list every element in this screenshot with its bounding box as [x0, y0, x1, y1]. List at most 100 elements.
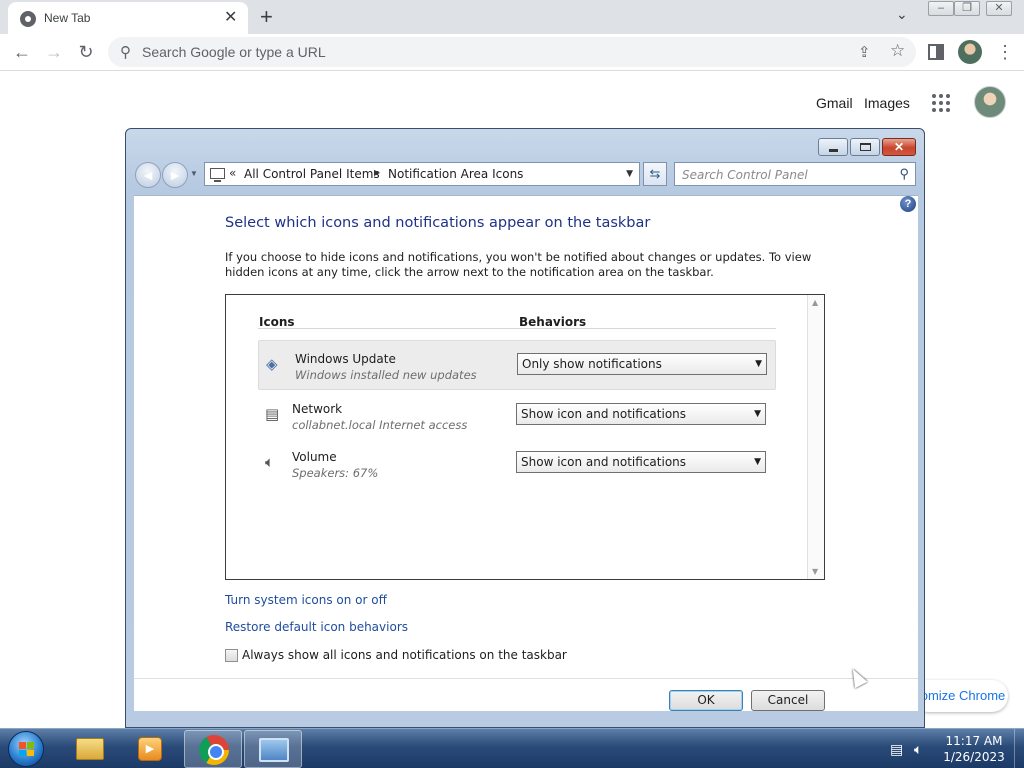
- taskbar: ▶ ▤ 🔈︎ 11:17 AM 1/26/2023: [0, 728, 1024, 768]
- tray-volume-icon[interactable]: 🔈︎: [914, 741, 922, 758]
- reload-icon[interactable]: ↻: [74, 40, 98, 64]
- nav-forward-button[interactable]: ►: [162, 162, 188, 188]
- list-item-windows-update[interactable]: ◈ Windows Update Windows installed new u…: [258, 340, 776, 390]
- item-status: Speakers: 67%: [292, 466, 379, 480]
- taskbar-control-panel[interactable]: [244, 730, 302, 768]
- list-item-volume[interactable]: 🔈︎ Volume Speakers: 67% Show icon and no…: [258, 439, 776, 489]
- content-pane: ? Select which icons and notifications a…: [134, 195, 918, 711]
- taskbar-chrome[interactable]: [184, 730, 242, 768]
- ok-button[interactable]: OK: [669, 690, 743, 711]
- forward-arrow-icon[interactable]: →: [42, 40, 66, 64]
- magnifier-icon[interactable]: ⚲: [899, 166, 909, 182]
- search-icon: ⚲: [120, 44, 131, 61]
- address-overflow-chevron[interactable]: «: [229, 166, 236, 180]
- always-show-all-checkbox[interactable]: [225, 649, 238, 662]
- recent-pages-dropdown-icon[interactable]: ▼: [190, 169, 198, 178]
- bookmark-star-icon[interactable]: ☆: [890, 41, 905, 61]
- behavior-dropdown-windows-update[interactable]: Only show notifications ▼: [517, 353, 767, 375]
- tab-new-tab[interactable]: New Tab ✕: [8, 2, 248, 34]
- breadcrumb-notification-area-icons[interactable]: Notification Area Icons: [388, 167, 523, 181]
- search-placeholder: Search Control Panel: [682, 168, 808, 182]
- taskbar-media-player[interactable]: ▶: [120, 730, 178, 768]
- restore-default-behaviors-link[interactable]: Restore default icon behaviors: [225, 620, 408, 634]
- behavior-value: Show icon and notifications: [521, 455, 687, 469]
- dialog-maximize-button[interactable]: [850, 138, 880, 156]
- control-panel-icon: [210, 168, 225, 182]
- images-link[interactable]: Images: [864, 95, 910, 111]
- behavior-dropdown-volume[interactable]: Show icon and notifications ▼: [516, 451, 766, 473]
- cancel-button[interactable]: Cancel: [751, 690, 825, 711]
- share-icon[interactable]: ⇪: [858, 43, 871, 61]
- close-window-button[interactable]: ✕: [986, 1, 1012, 16]
- chrome-favicon-icon: [20, 11, 36, 27]
- omnibox[interactable]: ⚲ Search Google or type a URL ⇪ ☆: [108, 37, 916, 67]
- omnibox-placeholder: Search Google or type a URL: [142, 44, 326, 60]
- item-name: Network: [292, 402, 343, 416]
- menu-kebab-icon[interactable]: ⋮: [996, 40, 1014, 64]
- page-title: Select which icons and notifications app…: [225, 215, 651, 231]
- tab-strip: New Tab ✕ + ⌄ – ❐ ✕: [0, 0, 1024, 34]
- item-status: collabnet.local Internet access: [292, 418, 468, 432]
- nav-back-button[interactable]: ◄: [135, 162, 161, 188]
- control-panel-search-input[interactable]: Search Control Panel ⚲: [674, 162, 916, 186]
- minimize-button[interactable]: –: [928, 1, 954, 16]
- start-button[interactable]: [8, 731, 44, 767]
- windows-logo-icon: [19, 742, 34, 756]
- network-icon: ▤: [265, 405, 280, 423]
- turn-system-icons-link[interactable]: Turn system icons on or off: [225, 593, 387, 607]
- footer-divider: [134, 678, 918, 679]
- list-item-network[interactable]: ▤ Network collabnet.local Internet acces…: [258, 391, 776, 441]
- windows-update-icon: ◈: [266, 355, 278, 373]
- maximize-icon: [860, 143, 871, 151]
- side-panel-icon[interactable]: [928, 44, 944, 60]
- new-tab-plus-icon[interactable]: +: [260, 4, 273, 30]
- checkbox-label: Always show all icons and notifications …: [242, 648, 567, 662]
- media-player-icon: ▶: [138, 737, 162, 761]
- breadcrumb-arrow-icon[interactable]: ▶: [374, 168, 380, 177]
- google-apps-grid-icon[interactable]: [932, 94, 950, 112]
- behavior-dropdown-network[interactable]: Show icon and notifications ▼: [516, 403, 766, 425]
- scroll-down-icon[interactable]: ▼: [812, 567, 818, 576]
- tray-network-icon[interactable]: ▤: [890, 741, 903, 758]
- tab-close-icon[interactable]: ✕: [224, 8, 237, 28]
- dialog-minimize-button[interactable]: [818, 138, 848, 156]
- item-name: Volume: [292, 450, 337, 464]
- description-text: If you choose to hide icons and notifica…: [225, 250, 812, 279]
- breadcrumb-all-control-panel-items[interactable]: All Control Panel Items: [244, 167, 380, 181]
- clock-date[interactable]: 1/26/2023: [942, 750, 1006, 764]
- tab-title: New Tab: [44, 11, 91, 25]
- dropdown-arrow-icon: ▼: [754, 409, 761, 419]
- list-scrollbar[interactable]: ▲ ▼: [807, 295, 824, 579]
- customize-chrome-button[interactable]: Customize Chrome: [912, 680, 1008, 712]
- header-divider: [258, 328, 776, 329]
- item-status: Windows installed new updates: [295, 368, 477, 382]
- tab-search-chevron-icon[interactable]: ⌄: [896, 6, 908, 23]
- scroll-up-icon[interactable]: ▲: [812, 298, 818, 307]
- speaker-icon: 🔈︎: [265, 453, 275, 471]
- column-header-icons: Icons: [259, 315, 295, 329]
- item-name: Windows Update: [295, 352, 396, 366]
- taskbar-explorer[interactable]: [60, 730, 118, 768]
- column-header-behaviors: Behaviors: [519, 315, 587, 329]
- gmail-link[interactable]: Gmail: [816, 95, 853, 111]
- minimize-icon: [829, 149, 838, 152]
- dialog-close-button[interactable]: ✕: [882, 138, 916, 156]
- control-panel-taskbar-icon: [259, 738, 289, 762]
- google-account-avatar[interactable]: [974, 86, 1006, 118]
- show-desktop-button[interactable]: [1014, 729, 1024, 768]
- back-arrow-icon[interactable]: ←: [10, 40, 34, 64]
- behavior-value: Only show notifications: [522, 357, 662, 371]
- address-bar[interactable]: « All Control Panel Items ▶ Notification…: [204, 162, 640, 186]
- chrome-icon: [199, 735, 229, 765]
- browser-toolbar: ← → ↻ ⚲ Search Google or type a URL ⇪ ☆ …: [0, 34, 1024, 71]
- restore-button[interactable]: ❐: [954, 1, 980, 16]
- help-icon[interactable]: ?: [900, 196, 916, 212]
- customize-chrome-label: Customize Chrome: [912, 688, 1006, 703]
- clock-time[interactable]: 11:17 AM: [942, 734, 1006, 748]
- behavior-value: Show icon and notifications: [521, 407, 687, 421]
- refresh-button[interactable]: ⇆: [643, 162, 667, 186]
- address-dropdown-icon[interactable]: ▼: [626, 169, 633, 179]
- dropdown-arrow-icon: ▼: [755, 359, 762, 369]
- profile-avatar[interactable]: [958, 40, 982, 64]
- icons-behaviors-list[interactable]: ▲ ▼ Icons Behaviors ◈ Windows Update Win…: [225, 294, 825, 580]
